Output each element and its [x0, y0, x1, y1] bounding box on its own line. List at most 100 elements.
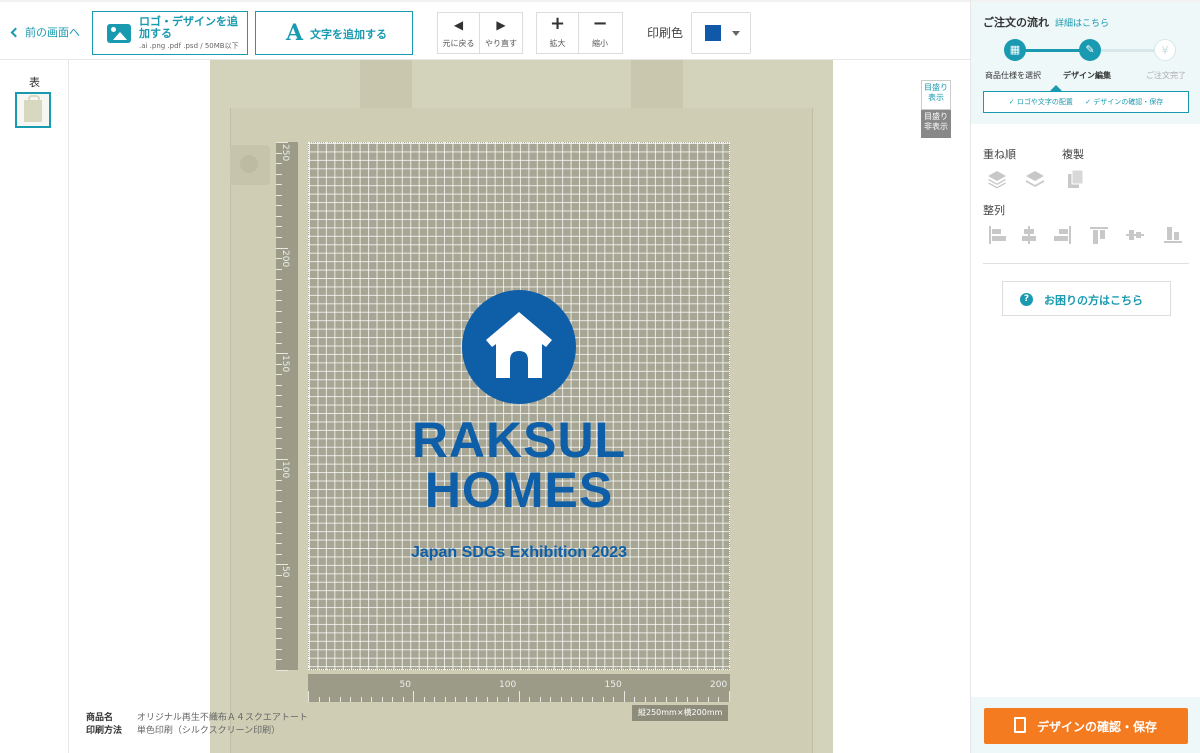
scale-hide-button[interactable]: 目盛り非表示 — [921, 110, 951, 138]
ruler-tick — [381, 697, 383, 702]
scale-toggle: 目盛り表示 目盛り非表示 — [921, 80, 951, 138]
ruler-tick — [276, 416, 282, 418]
align-bottom-button[interactable] — [1162, 224, 1184, 246]
ruler-tick — [276, 374, 282, 376]
ruler-v-label: 250 — [280, 144, 290, 162]
ruler-tick — [718, 697, 720, 702]
order-flow: ご注文の流れ 詳細はこちら ▦ ✎ ¥ 商品仕様を選択 デザイン編集 ご注文完了… — [971, 0, 1200, 124]
print-color-label: 印刷色 — [647, 26, 684, 40]
scale-show-button[interactable]: 目盛り表示 — [921, 80, 951, 110]
ruler-tick — [276, 437, 282, 439]
ruler-tick — [613, 697, 615, 702]
ruler-tick — [276, 522, 282, 524]
help-label: お困りの方はこちら — [1044, 294, 1143, 307]
substeps-box: ✓ ロゴや文字の配置 ✓ デザインの確認・保存 — [983, 85, 1189, 113]
duplicate-button[interactable] — [1065, 168, 1087, 190]
ruler-tick — [276, 553, 282, 555]
layers-up-icon — [988, 171, 1006, 189]
align-right-button[interactable] — [1051, 224, 1073, 246]
product-info: 商品名 オリジナル再生不織布Ａ４スクエアトート 印刷方法 単色印刷（シルクスクリ… — [86, 712, 308, 738]
order-flow-detail-link[interactable]: 詳細はこちら — [1055, 16, 1109, 29]
ruler-tick — [634, 697, 636, 702]
ruler-tick — [276, 427, 282, 429]
ruler-tick — [444, 697, 446, 702]
document-icon — [1014, 717, 1026, 733]
zoom-out-button[interactable]: − 縮小 — [579, 13, 621, 53]
ruler-tick — [465, 697, 467, 702]
bring-forward-button[interactable] — [986, 168, 1008, 190]
ruler-tick — [707, 697, 709, 702]
ruler-tick — [276, 543, 282, 545]
ruler-tick — [413, 691, 415, 702]
ruler-tick — [581, 697, 583, 702]
ruler-tick — [539, 697, 541, 702]
undo-label: 元に戻る — [442, 39, 475, 48]
ruler-tick — [276, 448, 282, 450]
color-swatch — [705, 25, 721, 41]
undo-button[interactable]: ◀ 元に戻る — [438, 13, 480, 53]
ruler-tick — [276, 606, 282, 608]
undo-icon: ◀ — [453, 18, 464, 32]
ruler-tick — [550, 697, 552, 702]
ruler-tick — [276, 194, 282, 196]
ruler-tick — [276, 342, 282, 344]
ruler-tick — [392, 697, 394, 702]
back-link[interactable]: 前の画面へ — [10, 24, 80, 40]
add-logo-button[interactable]: ロゴ・デザインを追加する .ai .png .pdf .psd / 50MB以下 — [92, 11, 248, 55]
substep-1: ✓ ロゴや文字の配置 — [1008, 98, 1073, 106]
chevron-down-icon — [732, 31, 740, 36]
ruler-tick — [276, 268, 282, 270]
align-middle-button[interactable] — [1124, 224, 1146, 246]
send-backward-button[interactable] — [1024, 168, 1046, 190]
align-top-button[interactable] — [1088, 224, 1110, 246]
ruler-tick — [276, 395, 282, 397]
ruler-tick — [676, 697, 678, 702]
tote-bag-icon — [24, 95, 42, 122]
design-object[interactable]: RAKSUL HOMES Japan SDGs Exhibition 2023 — [308, 142, 730, 670]
product-name-row: 商品名 オリジナル再生不織布Ａ４スクエアトート — [86, 712, 308, 725]
ruler-tick — [276, 215, 282, 217]
ruler-tick — [423, 697, 425, 702]
right-panel: ご注文の流れ 詳細はこちら ▦ ✎ ¥ 商品仕様を選択 デザイン編集 ご注文完了… — [970, 0, 1200, 753]
house-icon — [486, 312, 552, 378]
ruler-tick — [276, 511, 282, 513]
ruler-tick — [371, 697, 373, 702]
tote-handle-right — [631, 60, 683, 108]
image-icon — [107, 24, 131, 43]
redo-icon: ▶ — [496, 18, 506, 32]
confirm-save-button[interactable]: デザインの確認・保存 — [984, 708, 1188, 744]
ruler-tick — [276, 300, 282, 302]
ruler-h-label: 50 — [399, 680, 411, 690]
ruler-tick — [339, 697, 341, 702]
print-color-select[interactable] — [691, 12, 751, 54]
ruler-tick — [529, 697, 531, 702]
step-label-3: ご注文完了 — [1146, 71, 1186, 80]
ruler-tick — [486, 697, 488, 702]
ruler-tick — [729, 691, 730, 702]
print-method-value: 単色印刷（シルクスクリーン印刷） — [136, 726, 281, 736]
design-text-line-3: Japan SDGs Exhibition 2023 — [410, 544, 628, 561]
vertical-ruler: 250 200 150 100 50 — [276, 142, 298, 671]
ruler-tick — [602, 697, 604, 702]
front-side-thumbnail[interactable] — [15, 92, 51, 128]
ruler-v-label: 150 — [280, 355, 290, 373]
align-label: 整列 — [983, 204, 1005, 217]
align-center-h-button[interactable] — [1018, 224, 1040, 246]
copy-icon — [1068, 169, 1084, 188]
order-flow-title: ご注文の流れ — [983, 16, 1049, 29]
ruler-tick — [276, 173, 282, 175]
confirm-save-label: デザインの確認・保存 — [1037, 720, 1158, 734]
align-left-button[interactable] — [987, 224, 1009, 246]
add-text-button[interactable]: A 文字を追加する — [255, 11, 413, 55]
print-method-row: 印刷方法 単色印刷（シルクスクリーン印刷） — [86, 725, 308, 738]
redo-button[interactable]: ▶ やり直す — [480, 13, 522, 53]
ruler-tick — [276, 384, 282, 386]
ruler-h-label: 200 — [710, 680, 728, 690]
step-gift-icon: ▦ — [1004, 39, 1026, 61]
ruler-tick — [276, 406, 282, 407]
zoom-in-button[interactable]: + 拡大 — [537, 13, 579, 53]
ruler-tick — [697, 697, 699, 702]
print-method-key: 印刷方法 — [86, 726, 123, 736]
ruler-tick — [276, 501, 282, 503]
help-button[interactable]: ? お困りの方はこちら — [1002, 281, 1171, 316]
